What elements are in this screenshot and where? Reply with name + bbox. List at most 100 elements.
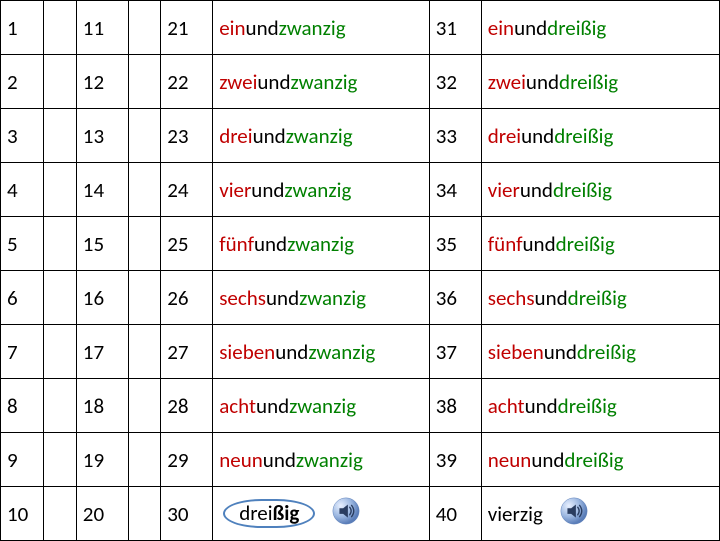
col-4-num: 38 (429, 379, 481, 433)
num: 30 (167, 501, 188, 527)
word-part: drei (488, 123, 521, 149)
col-4-word: sechsunddreißig (481, 271, 719, 325)
word-part: neun (219, 447, 263, 473)
word-part: und (254, 231, 287, 257)
col-4-word: dreiunddreißig (481, 109, 719, 163)
col-2-word (128, 325, 160, 379)
col-1-num: 5 (1, 217, 44, 271)
num: 11 (83, 15, 104, 41)
num: 22 (167, 69, 188, 95)
col-1-word (44, 487, 76, 541)
word: vierzig (488, 501, 543, 527)
col-4-num: 37 (429, 325, 481, 379)
word-part: und (257, 69, 290, 95)
col-3-word: fünfundzwanzig (213, 217, 430, 271)
col-2-num: 13 (76, 109, 128, 163)
word-part: fünf (219, 231, 254, 257)
word-part: dreißig (554, 123, 613, 149)
col-4-num: 34 (429, 163, 481, 217)
col-4-num: 35 (429, 217, 481, 271)
num: 4 (7, 177, 18, 203)
word-part: und (266, 285, 299, 311)
word-part: acht (488, 393, 525, 419)
word-part: zwei (219, 69, 257, 95)
num: 40 (436, 501, 457, 527)
table-row: 61626sechsundzwanzig36sechsunddreißig (1, 271, 720, 325)
col-1-num: 9 (1, 433, 44, 487)
word-part: dreißig (556, 231, 615, 257)
col-2-word (128, 487, 160, 541)
word-part: zwei (488, 69, 526, 95)
word-part: dreißig (547, 15, 606, 41)
col-1-num: 6 (1, 271, 44, 325)
col-3-num: 25 (161, 217, 213, 271)
word-part: zwanzig (291, 69, 358, 95)
num: 32 (436, 69, 457, 95)
col-4-word: vierzig (481, 487, 719, 541)
col-1-word (44, 271, 76, 325)
word-part: und (246, 15, 279, 41)
table-row: 81828achtundzwanzig38achtunddreißig (1, 379, 720, 433)
word-part: zwanzig (308, 339, 375, 365)
word-part: dreißig (559, 69, 618, 95)
col-1-word (44, 1, 76, 55)
num: 17 (83, 339, 104, 365)
num: 24 (167, 177, 188, 203)
word-part: zwanzig (296, 447, 363, 473)
num: 16 (83, 285, 104, 311)
table-row: 102030dreißig40vierzig (1, 487, 720, 541)
num: 31 (436, 15, 457, 41)
word-part: drei (219, 123, 252, 149)
col-2-num: 11 (76, 1, 128, 55)
numbers-table: 11121einundzwanzig31einunddreißig21222zw… (0, 0, 720, 541)
word-part: dreißig (558, 393, 617, 419)
col-4-word: vierunddreißig (481, 163, 719, 217)
num: 19 (83, 447, 104, 473)
col-1-num: 8 (1, 379, 44, 433)
col-3-word: neunundzwanzig (213, 433, 430, 487)
word-part: fünf (488, 231, 523, 257)
word-part: dreißig (568, 285, 627, 311)
col-4-num: 36 (429, 271, 481, 325)
col-4-word: neununddreißig (481, 433, 719, 487)
word-part: vier (488, 177, 520, 203)
col-2-num: 14 (76, 163, 128, 217)
num: 21 (167, 15, 188, 41)
word-part: dreißig (564, 447, 623, 473)
word-part: und (520, 177, 553, 203)
num: 23 (167, 123, 188, 149)
col-3-num: 30 (161, 487, 213, 541)
col-2-num: 16 (76, 271, 128, 325)
table-row: 71727siebenundzwanzig37siebenunddreißig (1, 325, 720, 379)
col-3-word: siebenundzwanzig (213, 325, 430, 379)
num: 14 (83, 177, 104, 203)
col-1-word (44, 325, 76, 379)
table-row: 41424vierundzwanzig34vierunddreißig (1, 163, 720, 217)
col-3-word: einundzwanzig (213, 1, 430, 55)
word-part: zwanzig (299, 285, 366, 311)
speaker-icon[interactable] (331, 496, 361, 532)
col-3-num: 24 (161, 163, 213, 217)
num: 7 (7, 339, 18, 365)
col-3-num: 27 (161, 325, 213, 379)
table-row: 31323dreiundzwanzig33dreiunddreißig (1, 109, 720, 163)
num: 3 (7, 123, 18, 149)
word-part: und (521, 123, 554, 149)
col-4-word: fünfunddreißig (481, 217, 719, 271)
col-1-num: 1 (1, 1, 44, 55)
col-1-word (44, 55, 76, 109)
col-3-word: sechsundzwanzig (213, 271, 430, 325)
col-4-word: einunddreißig (481, 1, 719, 55)
word-part: ein (219, 15, 245, 41)
word-part: und (535, 285, 568, 311)
speaker-icon[interactable] (559, 496, 589, 532)
num: 39 (436, 447, 457, 473)
word-part: dreißig (577, 339, 636, 365)
word-part: zwanzig (287, 231, 354, 257)
word-part: und (523, 231, 556, 257)
col-2-num: 12 (76, 55, 128, 109)
col-3-num: 21 (161, 1, 213, 55)
col-1-word (44, 379, 76, 433)
num: 20 (83, 501, 104, 527)
col-1-word (44, 433, 76, 487)
